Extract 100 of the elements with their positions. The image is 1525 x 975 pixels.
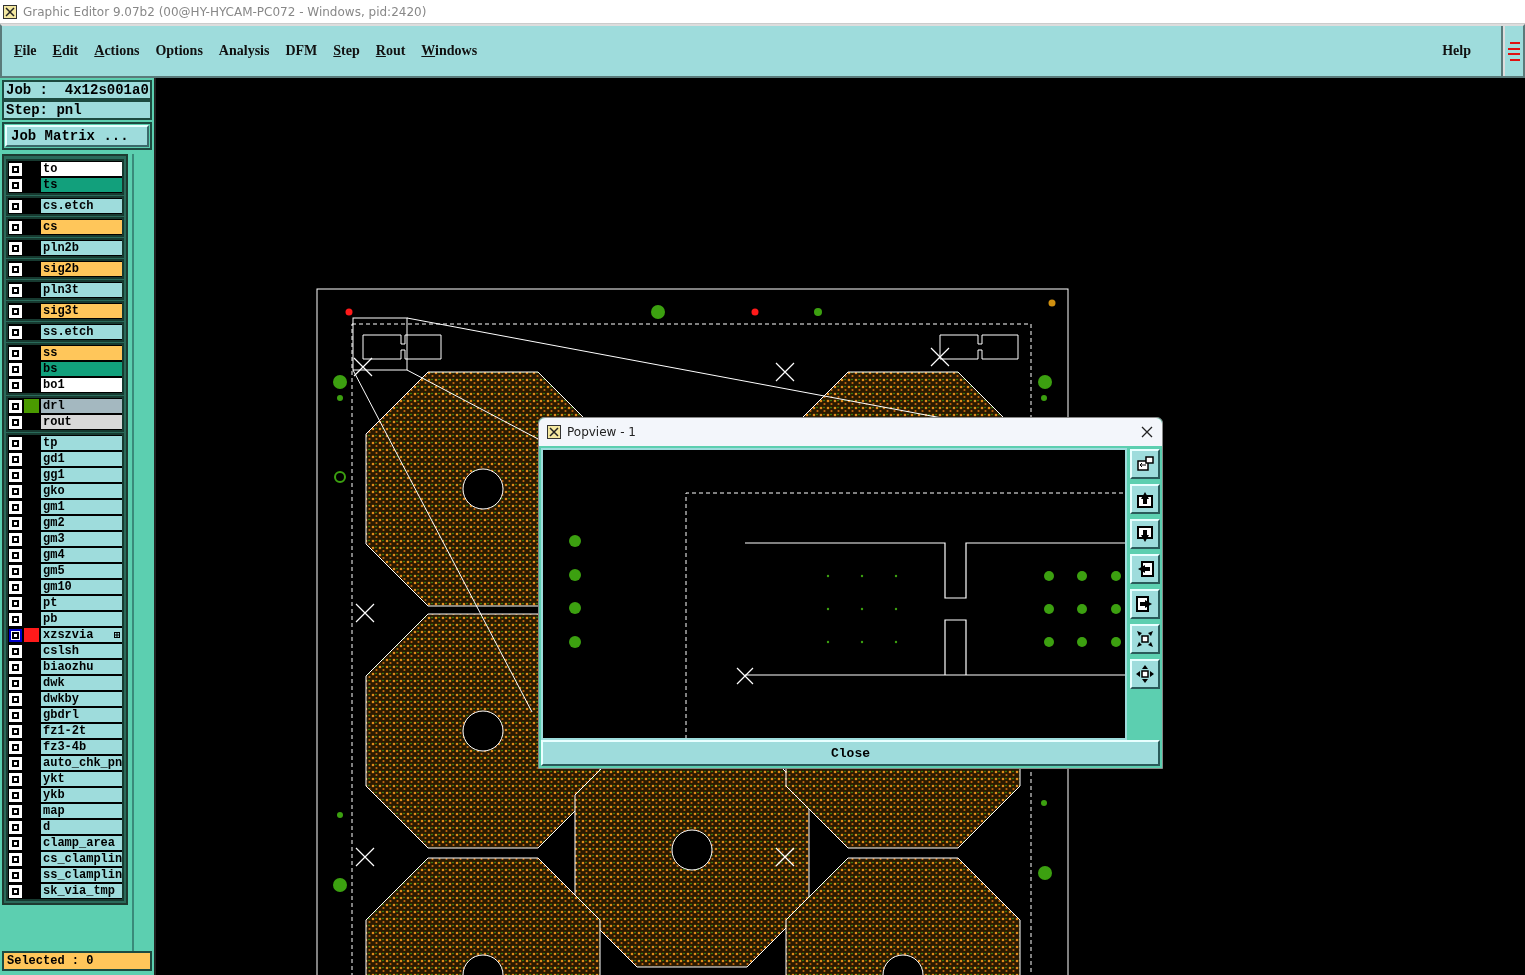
layer-name[interactable]: drl: [41, 399, 122, 413]
layer-row[interactable]: sk_via_tmp: [8, 883, 122, 899]
layer-name[interactable]: pln3t: [41, 283, 122, 297]
layer-row[interactable]: sig3t: [8, 303, 122, 319]
layer-row[interactable]: gd1: [8, 451, 122, 467]
layer-name[interactable]: pb: [41, 612, 122, 626]
layer-name[interactable]: fz3-4b: [41, 740, 122, 754]
layer-name[interactable]: dwkby: [41, 692, 122, 706]
layer-row[interactable]: xzszvia: [8, 627, 122, 643]
menu-item[interactable]: Options: [155, 43, 203, 59]
layer-row[interactable]: cs.etch: [8, 198, 122, 214]
layer-name[interactable]: sig3t: [41, 304, 122, 318]
menu-item[interactable]: Actions: [94, 43, 140, 59]
layer-row[interactable]: gm4: [8, 547, 122, 563]
layer-name[interactable]: gm4: [41, 548, 122, 562]
layer-name[interactable]: gd1: [41, 452, 122, 466]
layer-name[interactable]: map: [41, 804, 122, 818]
menu-item[interactable]: DFM: [285, 43, 318, 59]
layer-name[interactable]: sig2b: [41, 262, 122, 276]
layer-name[interactable]: gm3: [41, 532, 122, 546]
menu-item[interactable]: Edit: [52, 43, 79, 59]
layer-row[interactable]: cs: [8, 219, 122, 235]
layer-row[interactable]: pln3t: [8, 282, 122, 298]
close-icon[interactable]: [1141, 426, 1153, 438]
layer-name[interactable]: ss.etch: [41, 325, 122, 339]
layer-name[interactable]: cs.etch: [41, 199, 122, 213]
layer-row[interactable]: pb: [8, 611, 122, 627]
layer-row[interactable]: rout: [8, 414, 122, 430]
layer-row[interactable]: d: [8, 819, 122, 835]
layer-name[interactable]: bs: [41, 362, 122, 376]
layer-row[interactable]: cs_clamplin: [8, 851, 122, 867]
layer-name[interactable]: d: [41, 820, 122, 834]
layer-row[interactable]: bo1: [8, 377, 122, 393]
layer-row[interactable]: ts: [8, 177, 122, 193]
menu-item[interactable]: Rout: [375, 43, 406, 59]
layer-name[interactable]: cs_clamplin: [41, 852, 122, 866]
zoom-window-icon[interactable]: [1135, 454, 1155, 474]
layer-name[interactable]: pt: [41, 596, 122, 610]
layer-name[interactable]: cslsh: [41, 644, 122, 658]
layer-name[interactable]: ts: [41, 178, 122, 192]
layer-name[interactable]: xzszvia: [41, 628, 122, 642]
layer-row[interactable]: gko: [8, 483, 122, 499]
layer-row[interactable]: gm1: [8, 499, 122, 515]
layer-row[interactable]: gm2: [8, 515, 122, 531]
menu-item[interactable]: Windows: [421, 43, 478, 59]
layer-name[interactable]: to: [41, 162, 122, 176]
layer-row[interactable]: clamp_area: [8, 835, 122, 851]
layer-name[interactable]: cs: [41, 220, 122, 234]
layer-row[interactable]: ss: [8, 345, 122, 361]
zoom-in-icon[interactable]: [1135, 629, 1155, 649]
layer-row[interactable]: to: [8, 161, 122, 177]
layer-name[interactable]: dwk: [41, 676, 122, 690]
lines-icon[interactable]: [1508, 39, 1520, 63]
layer-name[interactable]: ss_clamplin: [41, 868, 122, 882]
menu-item[interactable]: File: [14, 43, 37, 59]
pan-down-icon[interactable]: [1135, 524, 1155, 544]
layer-row[interactable]: ykb: [8, 787, 122, 803]
layer-name[interactable]: gm2: [41, 516, 122, 530]
job-matrix-button[interactable]: Job Matrix ...: [5, 125, 149, 147]
layer-name[interactable]: tp: [41, 436, 122, 450]
layer-name[interactable]: bo1: [41, 378, 122, 392]
layer-name[interactable]: gg1: [41, 468, 122, 482]
layer-row[interactable]: sig2b: [8, 261, 122, 277]
layer-row[interactable]: gbdrl: [8, 707, 122, 723]
layer-row[interactable]: biaozhu: [8, 659, 122, 675]
layer-name[interactable]: pln2b: [41, 241, 122, 255]
layer-row[interactable]: tp: [8, 435, 122, 451]
layer-name[interactable]: ykt: [41, 772, 122, 786]
layer-row[interactable]: dwkby: [8, 691, 122, 707]
layer-row[interactable]: gm10: [8, 579, 122, 595]
layer-row[interactable]: pln2b: [8, 240, 122, 256]
layer-name[interactable]: ykb: [41, 788, 122, 802]
layer-row[interactable]: auto_chk_pn: [8, 755, 122, 771]
zoom-out-icon[interactable]: [1135, 664, 1155, 684]
layer-name[interactable]: clamp_area: [41, 836, 122, 850]
layer-row[interactable]: gg1: [8, 467, 122, 483]
layer-name[interactable]: sk_via_tmp: [41, 884, 122, 898]
layer-name[interactable]: auto_chk_pn: [41, 756, 122, 770]
layer-row[interactable]: map: [8, 803, 122, 819]
menu-item[interactable]: Analysis: [218, 43, 270, 59]
layer-row[interactable]: dwk: [8, 675, 122, 691]
layer-name[interactable]: gbdrl: [41, 708, 122, 722]
layer-row[interactable]: bs: [8, 361, 122, 377]
layer-name[interactable]: gko: [41, 484, 122, 498]
layer-row[interactable]: gm5: [8, 563, 122, 579]
layer-name[interactable]: fz1-2t: [41, 724, 122, 738]
layer-row[interactable]: ss.etch: [8, 324, 122, 340]
help-menu[interactable]: Help: [1442, 43, 1471, 59]
layer-row[interactable]: ykt: [8, 771, 122, 787]
layer-row[interactable]: pt: [8, 595, 122, 611]
layer-name[interactable]: rout: [41, 415, 122, 429]
layer-name[interactable]: gm1: [41, 500, 122, 514]
layer-name[interactable]: ss: [41, 346, 122, 360]
layer-name[interactable]: gm5: [41, 564, 122, 578]
layer-name[interactable]: biaozhu: [41, 660, 122, 674]
layer-row[interactable]: cslsh: [8, 643, 122, 659]
layer-row[interactable]: gm3: [8, 531, 122, 547]
layer-name[interactable]: gm10: [41, 580, 122, 594]
layer-checkbox[interactable]: [9, 628, 22, 642]
layer-row[interactable]: drl: [8, 398, 122, 414]
